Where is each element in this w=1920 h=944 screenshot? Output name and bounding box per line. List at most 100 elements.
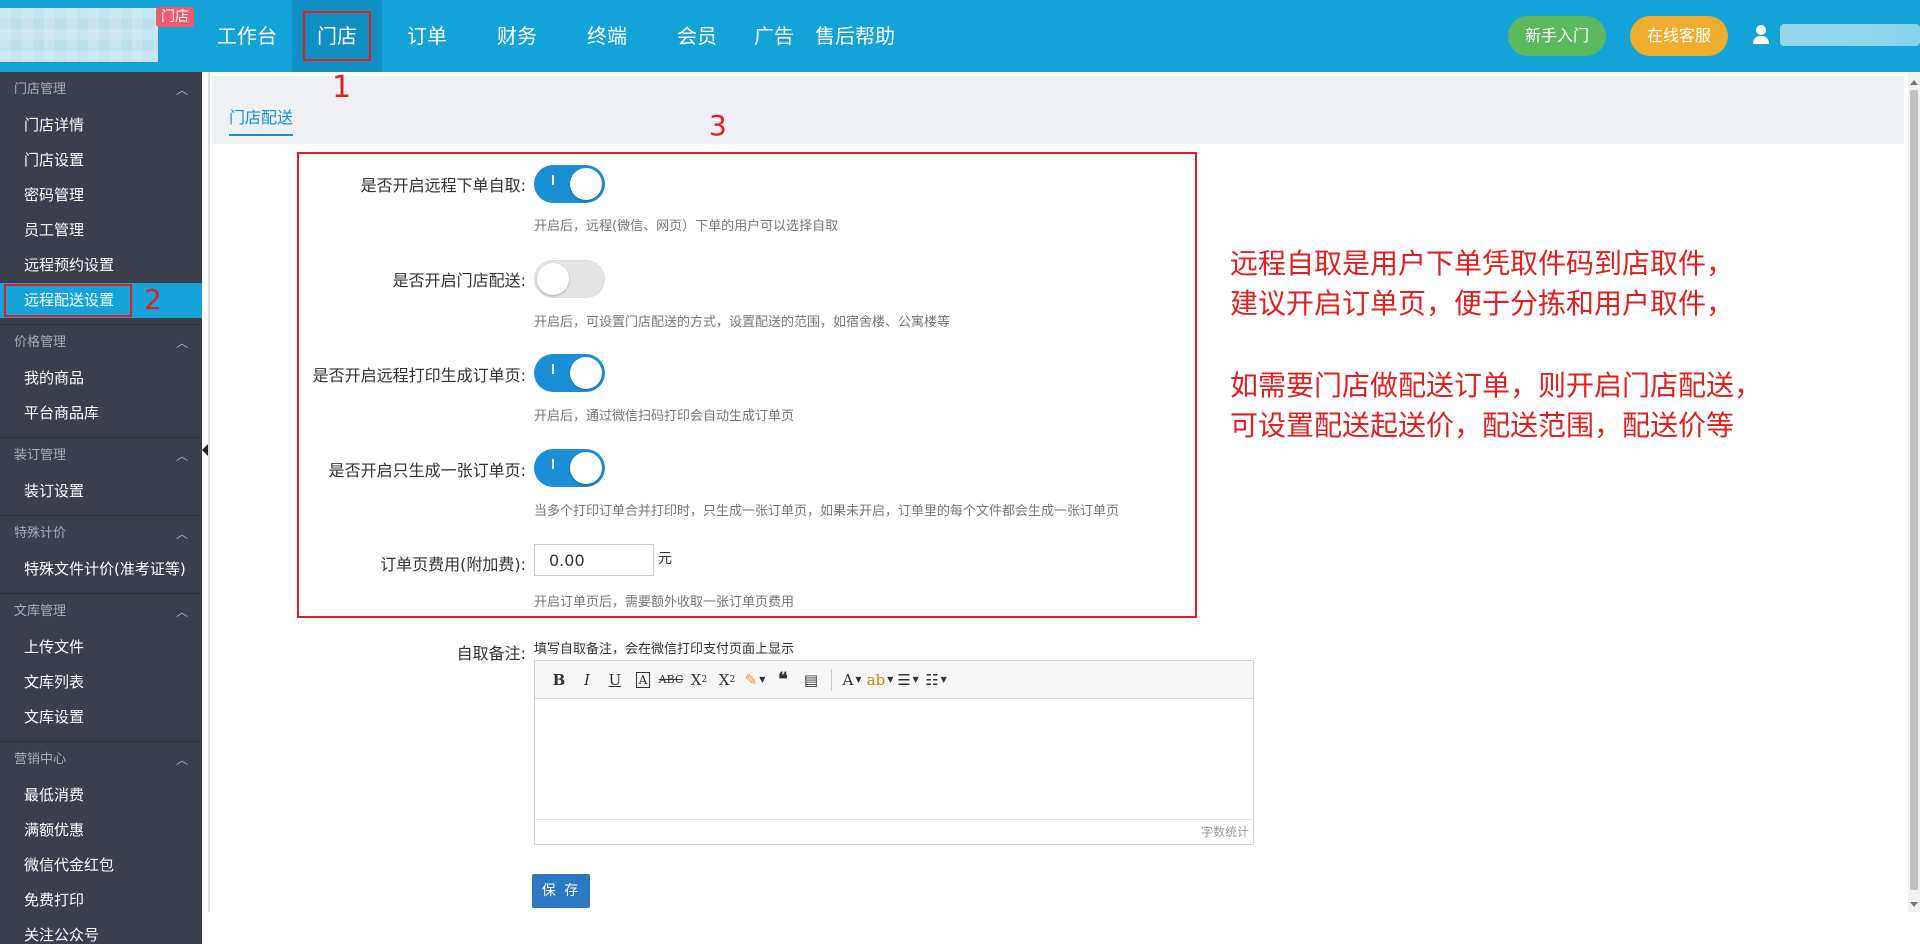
scrollbar-thumb[interactable] <box>1910 90 1918 890</box>
sidebar: 门店管理 ︿ 门店详情 门店设置 密码管理 员工管理 远程预约设置 远程配送设置 … <box>0 72 202 944</box>
order-fee-input[interactable] <box>534 544 654 576</box>
field-label: 是否开启远程下单自取: <box>360 176 526 195</box>
nav-finance[interactable]: 财务 <box>472 0 562 72</box>
sidebar-item-store-detail[interactable]: 门店详情 <box>0 108 202 143</box>
logo-badge: 门店 <box>156 7 194 27</box>
note-line: 远程自取是用户下单凭取件码到店取件， <box>1230 247 1735 280</box>
main-nav: 工作台 门店 订单 财务 终端 会员 广告 售后帮助 <box>202 0 904 72</box>
toggle-knob <box>570 452 602 484</box>
single-order-page-toggle[interactable] <box>534 449 605 487</box>
nav-members[interactable]: 会员 <box>652 0 742 72</box>
nav-workbench[interactable]: 工作台 <box>202 0 292 72</box>
remote-print-order-toggle[interactable] <box>534 354 605 392</box>
superscript-icon[interactable]: X2 <box>685 667 713 693</box>
rich-text-editor: B I U A ABC X2 X2 ✎ ▼ ❝ ▤ A ▼ ab ▼ ☰ ▼ ☷ ▼ 字数… <box>534 660 1254 845</box>
online-service-button[interactable]: 在线客服 <box>1630 16 1728 56</box>
nav-store[interactable]: 门店 <box>292 0 382 72</box>
bold-icon[interactable]: B <box>545 667 573 693</box>
nav-ads[interactable]: 广告 <box>742 0 806 72</box>
sidebar-item-full-discount[interactable]: 满额优惠 <box>0 813 202 848</box>
row-remote-pickup: 是否开启远程下单自取: <box>0 170 526 200</box>
nav-help[interactable]: 售后帮助 <box>806 0 904 72</box>
chevron-up-icon: ︿ <box>175 336 188 350</box>
group-title[interactable]: 门店管理 ︿ <box>0 72 202 108</box>
toggle-knob <box>537 263 569 295</box>
chevron-up-icon: ︿ <box>175 527 188 541</box>
font-border-icon[interactable]: A <box>629 667 657 693</box>
row-store-delivery: 是否开启门店配送: <box>0 265 526 295</box>
remark-hint: 填写自取备注，会在微信打印支付页面上显示 <box>534 642 795 657</box>
group-title[interactable]: 特殊计价 ︿ <box>0 516 202 552</box>
sidebar-group-marketing: 营销中心 ︿ 最低消费 满额优惠 微信代金红包 免费打印 关注公众号 <box>0 742 202 944</box>
sidebar-group-library: 文库管理 ︿ 上传文件 文库列表 文库设置 <box>0 594 202 742</box>
field-label: 是否开启远程打印生成订单页: <box>312 366 526 385</box>
fee-unit: 元 <box>658 551 672 567</box>
sidebar-item-library-settings[interactable]: 文库设置 <box>0 700 202 735</box>
sidebar-item-min-spend[interactable]: 最低消费 <box>0 778 202 813</box>
save-button[interactable]: 保 存 <box>532 874 590 908</box>
font-color-icon[interactable]: A ▼ <box>838 667 866 693</box>
paste-text-icon[interactable]: ▤ <box>797 667 825 693</box>
sidebar-item-upload-file[interactable]: 上传文件 <box>0 630 202 665</box>
group-title[interactable]: 文库管理 ︿ <box>0 594 202 630</box>
annotation-1: 1 <box>332 70 352 105</box>
note-line: 建议开启订单页，便于分拣和用户取件， <box>1230 287 1735 320</box>
chevron-up-icon: ︿ <box>175 83 188 97</box>
chevron-up-icon: ︿ <box>175 605 188 619</box>
magic-wand-icon[interactable]: ✎ ▼ <box>741 667 769 693</box>
toggle-knob <box>570 168 602 200</box>
group-title[interactable]: 价格管理 ︿ <box>0 325 202 361</box>
row-single-order-page: 是否开启只生成一张订单页: <box>0 455 526 485</box>
chevron-up-icon: ︿ <box>175 753 188 767</box>
sidebar-item-staff[interactable]: 员工管理 <box>0 213 202 248</box>
editor-toolbar: B I U A ABC X2 X2 ✎ ▼ ❝ ▤ A ▼ ab ▼ ☰ ▼ ☷ ▼ <box>535 661 1253 699</box>
ordered-list-icon[interactable]: ☰ ▼ <box>894 667 922 693</box>
remark-label: 自取备注: <box>456 644 526 663</box>
help-text: 开启后，远程(微信、网页）下单的用户可以选择自取 <box>534 219 839 234</box>
user-menu[interactable] <box>1752 24 1920 46</box>
field-label: 订单页费用(附加费): <box>380 555 526 574</box>
toolbar-separator <box>831 668 832 691</box>
user-icon <box>1752 25 1770 45</box>
italic-icon[interactable]: I <box>573 667 601 693</box>
sidebar-item-platform-products[interactable]: 平台商品库 <box>0 396 202 431</box>
help-text: 开启后，可设置门店配送的方式，设置配送的范围，如宿舍楼、公寓楼等 <box>534 315 951 330</box>
scroll-up-icon[interactable] <box>1910 80 1918 85</box>
remote-pickup-toggle[interactable] <box>534 165 605 203</box>
note-line: 可设置配送起送价，配送范围，配送价等 <box>1230 409 1735 442</box>
unordered-list-icon[interactable]: ☷ ▼ <box>922 667 950 693</box>
on-mark <box>552 364 554 374</box>
blockquote-icon[interactable]: ❝ <box>769 667 797 693</box>
nav-terminal[interactable]: 终端 <box>562 0 652 72</box>
sidebar-item-wechat-voucher[interactable]: 微信代金红包 <box>0 848 202 883</box>
underline-icon[interactable]: U <box>601 667 629 693</box>
help-text: 开启后，通过微信扫码打印会自动生成订单页 <box>534 409 795 424</box>
strikethrough-icon[interactable]: ABC <box>657 667 685 693</box>
tab-bar <box>212 76 1904 144</box>
annotation-3: 3 <box>709 109 727 142</box>
sidebar-item-free-print[interactable]: 免费打印 <box>0 883 202 918</box>
user-name-redacted <box>1780 24 1920 46</box>
field-label: 是否开启门店配送: <box>392 271 526 290</box>
sidebar-item-follow-account[interactable]: 关注公众号 <box>0 918 202 944</box>
row-order-fee: 订单页费用(附加费): <box>0 550 526 580</box>
row-remote-print-order: 是否开启远程打印生成订单页: <box>0 360 526 390</box>
group-title[interactable]: 营销中心 ︿ <box>0 742 202 778</box>
logo[interactable] <box>0 8 158 62</box>
top-bar: 门店 工作台 门店 订单 财务 终端 会员 广告 售后帮助 新手入门 在线客服 <box>0 0 1920 72</box>
nav-store-label: 门店 <box>303 11 371 61</box>
tab-store-delivery[interactable]: 门店配送 <box>229 104 294 136</box>
subscript-icon[interactable]: X2 <box>713 667 741 693</box>
background-color-icon[interactable]: ab ▼ <box>866 667 894 693</box>
store-delivery-toggle[interactable] <box>534 260 605 298</box>
field-label: 是否开启只生成一张订单页: <box>328 461 526 480</box>
sidebar-item-library-list[interactable]: 文库列表 <box>0 665 202 700</box>
scroll-down-icon[interactable] <box>1910 902 1918 907</box>
guide-button[interactable]: 新手入门 <box>1508 16 1606 56</box>
help-text: 当多个打印订单合并打印时，只生成一张订单页，如果未开启，订单里的每个文件都会生成… <box>534 504 1120 519</box>
nav-orders[interactable]: 订单 <box>382 0 472 72</box>
on-mark <box>552 175 554 185</box>
help-text: 开启订单页后，需要额外收取一张订单页费用 <box>534 595 795 610</box>
editor-body[interactable] <box>535 699 1253 819</box>
on-mark <box>552 459 554 469</box>
